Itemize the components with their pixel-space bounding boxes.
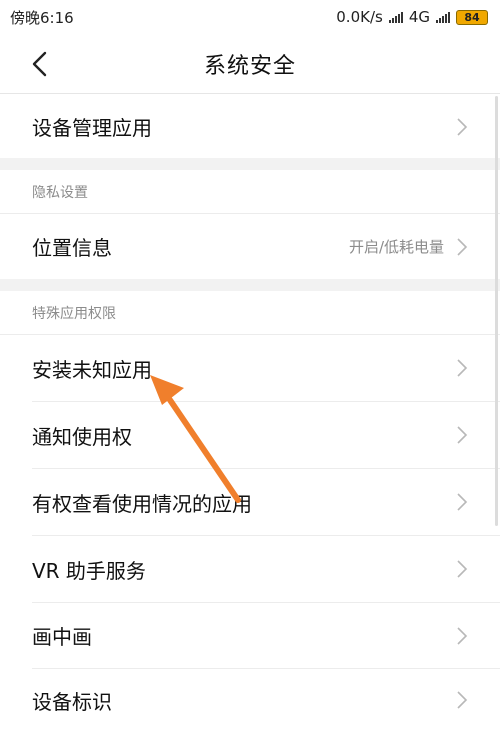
picture-in-picture-label: 画中画 xyxy=(32,625,92,649)
device-admin-label: 设备管理应用 xyxy=(32,116,152,140)
location-label: 位置信息 xyxy=(32,236,112,260)
notification-access-row[interactable]: 通知使用权 xyxy=(0,402,500,468)
chevron-right-icon xyxy=(457,493,468,511)
section-header-privacy: 隐私设置 xyxy=(32,184,88,201)
vr-helper-label: VR 助手服务 xyxy=(32,558,146,583)
device-identifier-label: 设备标识 xyxy=(32,689,112,714)
signal-strength-icon xyxy=(388,11,403,23)
network-type: 4G xyxy=(408,8,430,26)
usage-access-label: 有权查看使用情况的应用 xyxy=(32,491,252,516)
title-bar: 系统安全 xyxy=(0,34,500,94)
chevron-right-icon xyxy=(457,359,468,377)
chevron-right-icon xyxy=(457,426,468,444)
chevron-right-icon xyxy=(457,237,468,256)
device-admin-row[interactable]: 设备管理应用 xyxy=(0,95,500,158)
install-unknown-apps-label: 安装未知应用 xyxy=(32,357,152,382)
picture-in-picture-row[interactable]: 画中画 xyxy=(0,603,500,668)
network-speed: 0.0K/s xyxy=(336,8,383,26)
install-unknown-apps-row[interactable]: 安装未知应用 xyxy=(0,335,500,401)
section-divider xyxy=(0,158,500,170)
chevron-right-icon xyxy=(457,117,468,136)
battery-icon: 84 xyxy=(456,9,488,25)
status-time: 傍晚6:16 xyxy=(10,8,74,27)
page-title: 系统安全 xyxy=(203,53,296,79)
vr-helper-row[interactable]: VR 助手服务 xyxy=(0,536,500,602)
chevron-right-icon xyxy=(457,626,468,645)
back-button[interactable] xyxy=(28,50,54,78)
location-row[interactable]: 位置信息 开启/低耗电量 xyxy=(0,214,500,279)
status-indicators: 0.0K/s 4G 84 xyxy=(336,8,488,26)
device-identifier-row[interactable]: 设备标识 xyxy=(0,669,500,731)
usage-access-row[interactable]: 有权查看使用情况的应用 xyxy=(0,469,500,535)
chevron-right-icon xyxy=(457,560,468,578)
section-divider xyxy=(0,279,500,291)
back-arrow-icon xyxy=(32,51,47,77)
location-value: 开启/低耗电量 xyxy=(348,238,444,256)
notification-access-label: 通知使用权 xyxy=(32,424,132,449)
chevron-right-icon xyxy=(457,691,468,709)
section-header-special-access: 特殊应用权限 xyxy=(32,305,116,322)
scrollbar[interactable] xyxy=(495,96,498,526)
status-bar: 傍晚6:16 0.0K/s 4G 84 xyxy=(0,0,500,34)
signal-strength-icon-2 xyxy=(436,11,450,23)
